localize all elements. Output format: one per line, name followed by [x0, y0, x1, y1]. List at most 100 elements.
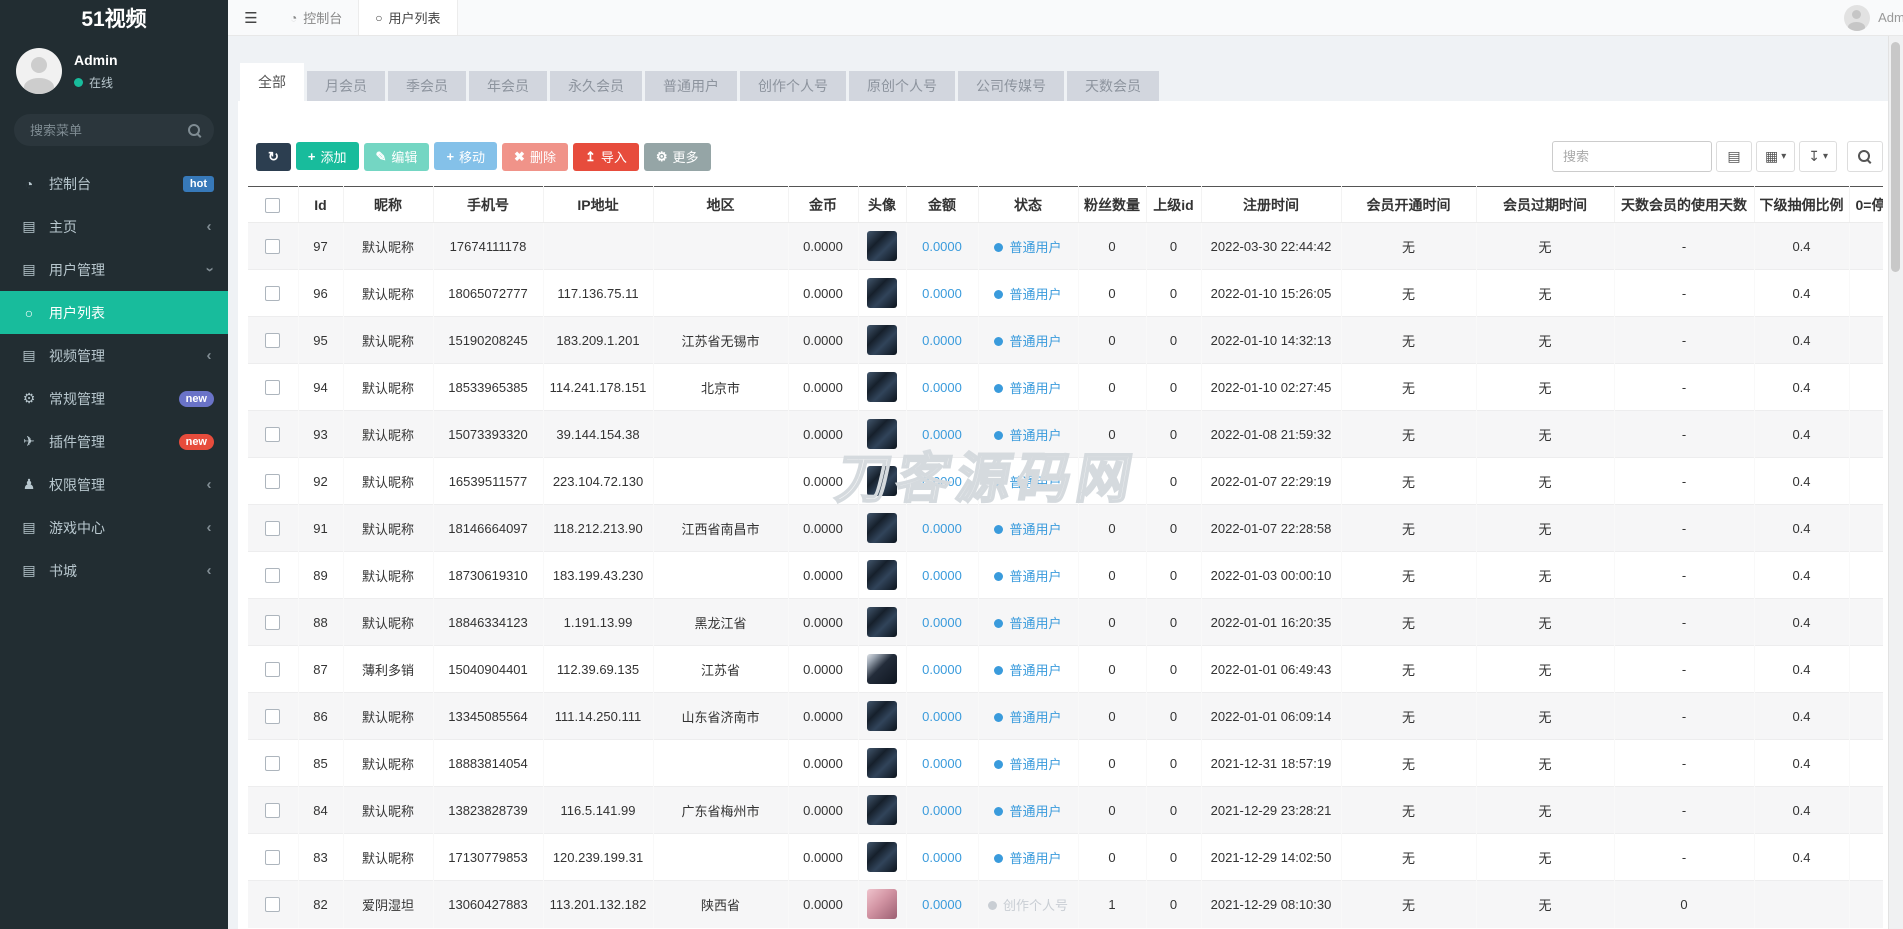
row-checkbox[interactable] — [265, 709, 280, 724]
status-badge[interactable]: 普通用户 — [994, 804, 1061, 819]
sidebar-item-general-mgmt[interactable]: ⚙常规管理new — [0, 377, 228, 420]
row-checkbox[interactable] — [265, 239, 280, 254]
import-button[interactable]: ↥导入 — [573, 143, 639, 171]
tab-user-list[interactable]: ○用户列表 — [358, 0, 457, 35]
status-badge[interactable]: 普通用户 — [994, 569, 1061, 584]
status-badge[interactable]: 创作个人号 — [988, 898, 1068, 913]
scrollbar-thumb[interactable] — [1891, 42, 1900, 272]
toolbar-button-label: 更多 — [673, 147, 699, 166]
row-checkbox[interactable] — [265, 850, 280, 865]
status-badge[interactable]: 普通用户 — [994, 334, 1061, 349]
money-link[interactable]: 0.0000 — [922, 709, 962, 724]
status-badge[interactable]: 普通用户 — [994, 616, 1061, 631]
money-link[interactable]: 0.0000 — [922, 850, 962, 865]
refresh-button[interactable]: ↻ — [256, 143, 291, 171]
col-header-label: 粉丝数量 — [1084, 197, 1140, 213]
export-button[interactable]: ↧ — [1799, 141, 1837, 172]
sidebar-item-dashboard[interactable]: ◔控制台hot — [0, 162, 228, 205]
view-grid-button[interactable]: ▦ — [1756, 141, 1795, 172]
cell-reg_time: 2022-01-01 16:20:35 — [1201, 599, 1341, 646]
status-badge[interactable]: 普通用户 — [994, 851, 1061, 866]
sidebar-item-user-mgmt[interactable]: ▤用户管理 — [0, 248, 228, 291]
topbar-user[interactable]: Admin — [1844, 0, 1903, 35]
cell-id: 92 — [298, 458, 343, 505]
user-name: Admin — [74, 52, 118, 68]
hamburger-menu-icon[interactable]: ☰ — [228, 0, 274, 35]
money-link[interactable]: 0.0000 — [922, 803, 962, 818]
row-checkbox[interactable] — [265, 568, 280, 583]
filter-tab-7[interactable]: 原创个人号 — [849, 71, 955, 101]
cell-value: 0.4 — [1792, 474, 1810, 489]
money-link[interactable]: 0.0000 — [922, 756, 962, 771]
cell-status: 普通用户 — [978, 270, 1078, 317]
filter-tab-4[interactable]: 永久会员 — [550, 71, 642, 101]
row-checkbox[interactable] — [265, 427, 280, 442]
view-list-button[interactable]: ▤ — [1716, 141, 1752, 172]
status-badge[interactable]: 普通用户 — [994, 522, 1061, 537]
row-checkbox[interactable] — [265, 474, 280, 489]
tab-console[interactable]: ◔控制台 — [274, 0, 358, 35]
filter-tab-6[interactable]: 创作个人号 — [740, 71, 846, 101]
money-link[interactable]: 0.0000 — [922, 286, 962, 301]
delete-button[interactable]: ✖删除 — [502, 143, 568, 171]
filter-tab-2[interactable]: 季会员 — [388, 71, 466, 101]
money-link[interactable]: 0.0000 — [922, 239, 962, 254]
row-checkbox[interactable] — [265, 615, 280, 630]
money-link[interactable]: 0.0000 — [922, 897, 962, 912]
row-checkbox[interactable] — [265, 803, 280, 818]
status-badge[interactable]: 普通用户 — [994, 287, 1061, 302]
filter-tab-9[interactable]: 天数会员 — [1067, 71, 1159, 101]
status-badge[interactable]: 普通用户 — [994, 381, 1061, 396]
status-badge[interactable]: 普通用户 — [994, 428, 1061, 443]
row-checkbox[interactable] — [265, 756, 280, 771]
sidebar-search-input[interactable] — [14, 114, 214, 146]
filter-tab-1[interactable]: 月会员 — [307, 71, 385, 101]
cell-toggle — [1849, 317, 1883, 364]
sidebar-item-permission-mgmt[interactable]: ♟权限管理 — [0, 463, 228, 506]
sidebar-item-game-center[interactable]: ▤游戏中心 — [0, 506, 228, 549]
sidebar-item-user-list[interactable]: ○用户列表 — [0, 291, 228, 334]
money-link[interactable]: 0.0000 — [922, 662, 962, 677]
select-all-checkbox[interactable] — [265, 198, 280, 213]
sidebar-item-video-mgmt[interactable]: ▤视频管理 — [0, 334, 228, 377]
table-search-input[interactable] — [1552, 141, 1712, 172]
money-link[interactable]: 0.0000 — [922, 380, 962, 395]
money-link[interactable]: 0.0000 — [922, 615, 962, 630]
status-badge[interactable]: 普通用户 — [994, 475, 1061, 490]
cell-vip_expire: 无 — [1476, 599, 1614, 646]
vertical-scrollbar[interactable] — [1888, 36, 1903, 929]
search-go-button[interactable] — [1847, 141, 1883, 172]
cell-checkbox — [248, 364, 298, 411]
row-checkbox[interactable] — [265, 521, 280, 536]
sidebar-item-book-city[interactable]: ▤书城 — [0, 549, 228, 592]
cell-checkbox — [248, 505, 298, 552]
filter-tab-0[interactable]: 全部 — [240, 63, 304, 101]
move-button[interactable]: +移动 — [434, 142, 497, 170]
row-checkbox[interactable] — [265, 662, 280, 677]
status-badge[interactable]: 普通用户 — [994, 663, 1061, 678]
money-link[interactable]: 0.0000 — [922, 521, 962, 536]
money-link[interactable]: 0.0000 — [922, 427, 962, 442]
row-checkbox[interactable] — [265, 380, 280, 395]
filter-tab-5[interactable]: 普通用户 — [645, 71, 737, 101]
more-button[interactable]: ⚙更多 — [644, 143, 711, 171]
cell-value: 1.191.13.99 — [564, 615, 633, 630]
cell-toggle — [1849, 646, 1883, 693]
status-badge[interactable]: 普通用户 — [994, 710, 1061, 725]
money-link[interactable]: 0.0000 — [922, 568, 962, 583]
row-checkbox[interactable] — [265, 286, 280, 301]
cell-value: 82 — [313, 897, 327, 912]
money-link[interactable]: 0.0000 — [922, 474, 962, 489]
cell-toggle — [1849, 834, 1883, 881]
status-badge[interactable]: 普通用户 — [994, 240, 1061, 255]
money-link[interactable]: 0.0000 — [922, 333, 962, 348]
filter-tab-8[interactable]: 公司传媒号 — [958, 71, 1064, 101]
edit-button[interactable]: ✎编辑 — [364, 143, 430, 171]
row-checkbox[interactable] — [265, 897, 280, 912]
sidebar-item-plugin-mgmt[interactable]: ✈插件管理new — [0, 420, 228, 463]
row-checkbox[interactable] — [265, 333, 280, 348]
status-badge[interactable]: 普通用户 — [994, 757, 1061, 772]
add-button[interactable]: +添加 — [296, 142, 359, 170]
filter-tab-3[interactable]: 年会员 — [469, 71, 547, 101]
sidebar-item-home[interactable]: ▤主页 — [0, 205, 228, 248]
